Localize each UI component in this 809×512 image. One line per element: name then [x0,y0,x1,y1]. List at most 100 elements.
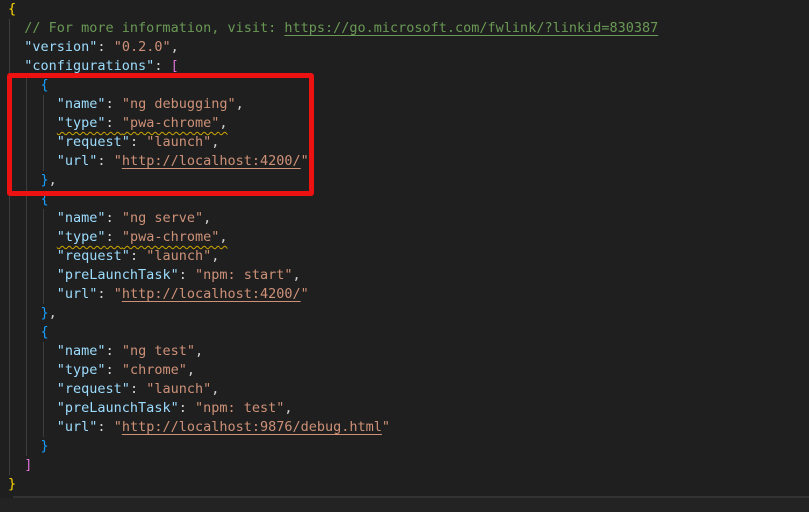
code-token: , [203,210,211,226]
code-token: , [236,96,244,112]
code-line[interactable]: "type": "pwa-chrome", [8,114,809,133]
code-lines[interactable]: { // For more information, visit: https:… [0,0,809,494]
code-token: : [106,229,122,245]
code-token: " [114,286,122,302]
code-token: "name" [57,96,106,112]
code-token: "launch" [146,134,211,150]
code-line[interactable]: ] [8,456,809,475]
code-token [8,229,57,245]
code-line[interactable]: "preLaunchTask": "npm: test", [8,399,809,418]
code-token [8,305,41,321]
code-line[interactable]: "preLaunchTask": "npm: start", [8,266,809,285]
code-line[interactable]: // For more information, visit: https://… [8,19,809,38]
code-token: : [154,58,170,74]
code-token [8,96,57,112]
code-line[interactable]: "version": "0.2.0", [8,38,809,57]
code-token: " [301,286,309,302]
code-token: : [130,248,146,264]
code-token: "request" [57,134,130,150]
code-token: "url" [57,153,98,169]
code-line[interactable]: "request": "launch", [8,133,809,152]
link-text[interactable]: http://localhost:9876/debug.html [122,419,382,435]
code-token: : [106,362,122,378]
code-token: } [41,172,49,188]
code-token [8,115,57,131]
code-token: "type" [57,362,106,378]
code-token: "url" [57,286,98,302]
code-token: "type" [57,229,106,245]
code-token: "version" [24,39,97,55]
code-line[interactable]: "name": "ng serve", [8,209,809,228]
code-line[interactable]: "url": "http://localhost:4200/" [8,152,809,171]
code-token: , [171,39,179,55]
code-token: " [114,419,122,435]
code-token [8,248,57,264]
code-token: : [130,381,146,397]
code-token: { [41,77,49,93]
code-token: "ng debugging" [122,96,236,112]
code-line[interactable]: } [8,437,809,456]
code-line[interactable]: "url": "http://localhost:9876/debug.html… [8,418,809,437]
panel-divider[interactable] [13,496,809,498]
code-token: "npm: test" [195,400,284,416]
code-token [8,438,41,454]
code-line[interactable]: "request": "launch", [8,380,809,399]
code-token: " [301,153,309,169]
code-line[interactable]: "name": "ng test", [8,342,809,361]
code-line[interactable]: "url": "http://localhost:4200/" [8,285,809,304]
code-token: "url" [57,419,98,435]
code-token: : [97,286,113,302]
code-token: "preLaunchTask" [57,400,179,416]
code-token: "name" [57,343,106,359]
code-line[interactable]: { [8,0,809,19]
code-line[interactable]: "type": "chrome", [8,361,809,380]
code-token: : [97,39,113,55]
code-line[interactable]: { [8,190,809,209]
code-token: , [49,172,57,188]
code-line[interactable]: { [8,76,809,95]
code-line[interactable]: }, [8,304,809,323]
code-token: : [97,153,113,169]
code-line[interactable]: "name": "ng debugging", [8,95,809,114]
code-line[interactable]: "configurations": [ [8,57,809,76]
link-text[interactable]: http://localhost:4200/ [122,286,301,302]
link-text[interactable]: https://go.microsoft.com/fwlink/?linkid=… [284,20,658,36]
code-token: "launch" [146,381,211,397]
code-token [8,400,57,416]
code-line[interactable]: "type": "pwa-chrome", [8,228,809,247]
code-token: "pwa-chrome" [122,115,220,131]
code-token [8,134,57,150]
code-token [8,39,24,55]
code-token: : [106,210,122,226]
code-token: , [211,381,219,397]
code-token [8,419,57,435]
code-token: "ng serve" [122,210,203,226]
code-token: "name" [57,210,106,226]
code-token: { [8,1,16,17]
code-token: , [49,305,57,321]
code-token: : [97,419,113,435]
code-token: "request" [57,248,130,264]
warning-squiggle: "type": "pwa-chrome", [57,229,228,245]
code-token: "0.2.0" [114,39,171,55]
code-token: , [195,343,203,359]
code-token: { [41,191,49,207]
code-line[interactable]: }, [8,171,809,190]
code-line[interactable]: { [8,323,809,342]
code-token [8,172,41,188]
code-token [8,153,57,169]
code-token: "pwa-chrome" [122,229,220,245]
code-token: , [187,362,195,378]
code-token: : [106,115,122,131]
code-token: , [219,229,227,245]
code-token [8,286,57,302]
code-token [8,77,41,93]
code-token: : [179,267,195,283]
code-line[interactable]: } [8,475,809,494]
link-text[interactable]: http://localhost:4200/ [122,153,301,169]
code-line[interactable]: "request": "launch", [8,247,809,266]
code-token: } [8,476,16,492]
code-token [8,457,24,473]
code-token: "launch" [146,248,211,264]
code-token [8,191,41,207]
